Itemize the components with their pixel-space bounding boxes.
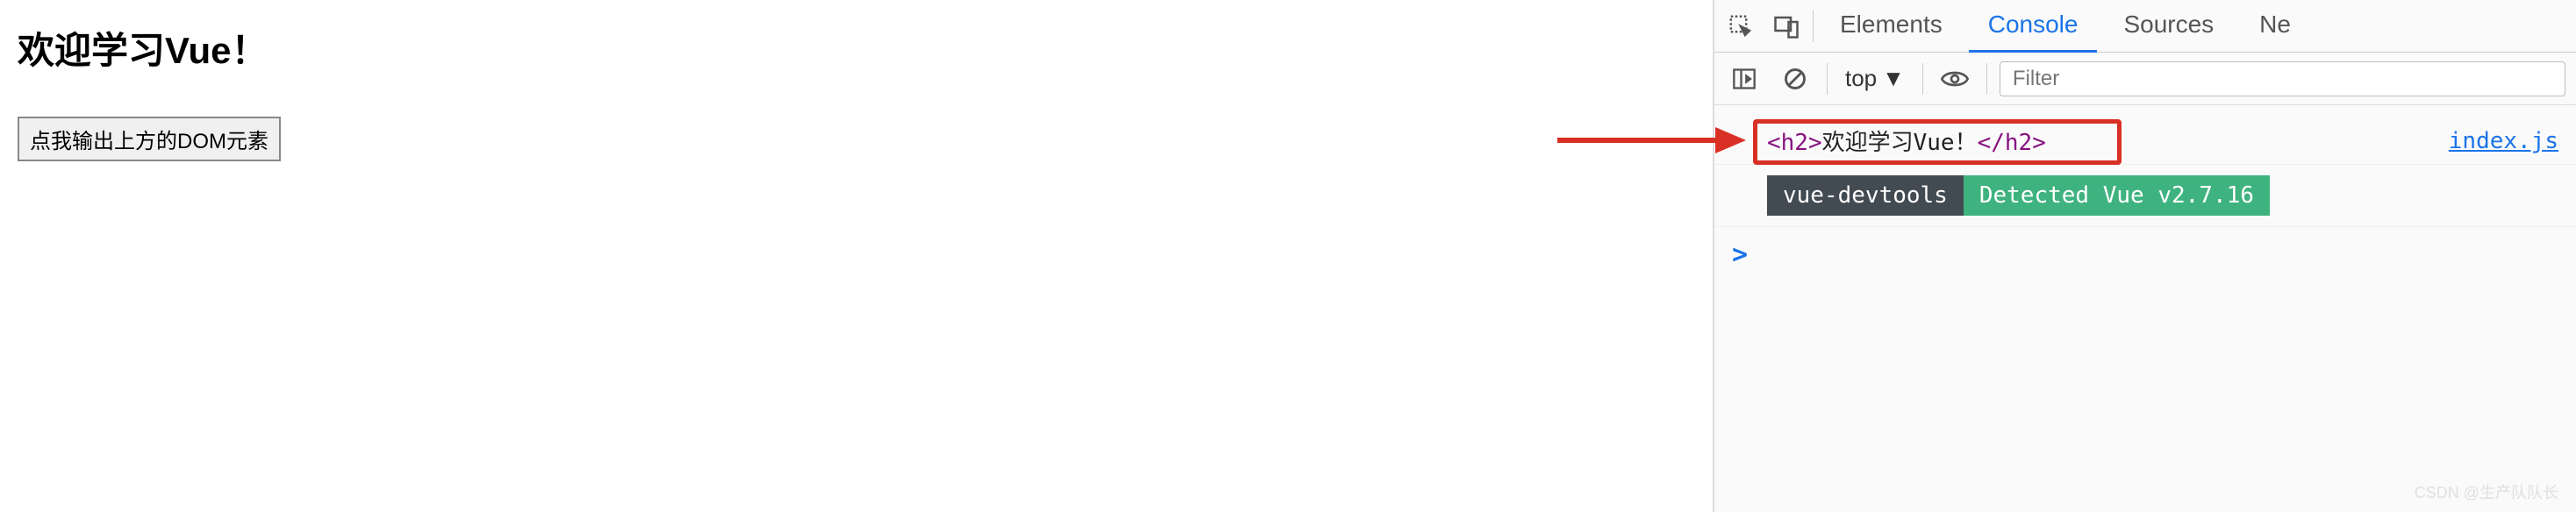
- open-tag: <h2>: [1767, 130, 1822, 156]
- tab-console[interactable]: Console: [1969, 0, 2098, 53]
- page-content: 欢迎学习Vue！ 点我输出上方的DOM元素: [0, 0, 1714, 512]
- filter-input[interactable]: [2000, 61, 2565, 96]
- page-heading: 欢迎学习Vue！: [18, 21, 1695, 75]
- inspect-icon[interactable]: [1721, 7, 1760, 46]
- context-label: top: [1845, 65, 1877, 92]
- console-log-row: vue-devtools Detected Vue v2.7.16: [1714, 165, 2576, 227]
- vue-devtools-badge: vue-devtools: [1767, 175, 1964, 216]
- element-text: 欢迎学习Vue！: [1822, 130, 1978, 156]
- tab-elements[interactable]: Elements: [1821, 0, 1962, 53]
- clear-console-icon[interactable]: [1776, 60, 1814, 98]
- devtools-tabs: Elements Console Sources Ne: [1714, 0, 2576, 53]
- tab-partial[interactable]: Ne: [2240, 0, 2310, 53]
- sidebar-toggle-icon[interactable]: [1725, 60, 1764, 98]
- divider: [1813, 11, 1814, 42]
- chevron-down-icon: ▼: [1882, 65, 1905, 92]
- logged-element: <h2>欢迎学习Vue！</h2>: [1767, 124, 2046, 157]
- console-body: <h2>欢迎学习Vue！</h2> index.js vue-devtools …: [1714, 105, 2576, 512]
- console-log-row[interactable]: <h2>欢迎学习Vue！</h2> index.js: [1714, 117, 2576, 165]
- eye-icon[interactable]: [1936, 60, 1974, 98]
- watermark: CSDN @生产队队长: [2415, 480, 2558, 503]
- output-dom-button[interactable]: 点我输出上方的DOM元素: [18, 117, 281, 161]
- device-toggle-icon[interactable]: [1767, 7, 1806, 46]
- source-link[interactable]: index.js: [2449, 128, 2558, 154]
- divider: [1986, 63, 1987, 95]
- console-toolbar: top ▼: [1714, 53, 2576, 105]
- context-selector[interactable]: top ▼: [1840, 65, 1910, 92]
- vue-detected-badge: Detected Vue v2.7.16: [1964, 175, 2270, 216]
- divider: [1827, 63, 1828, 95]
- close-tag: </h2>: [1978, 130, 2046, 156]
- divider: [1922, 63, 1923, 95]
- console-prompt[interactable]: >: [1714, 227, 2576, 282]
- devtools-panel: Elements Console Sources Ne top ▼: [1714, 0, 2576, 512]
- tab-sources[interactable]: Sources: [2104, 0, 2233, 53]
